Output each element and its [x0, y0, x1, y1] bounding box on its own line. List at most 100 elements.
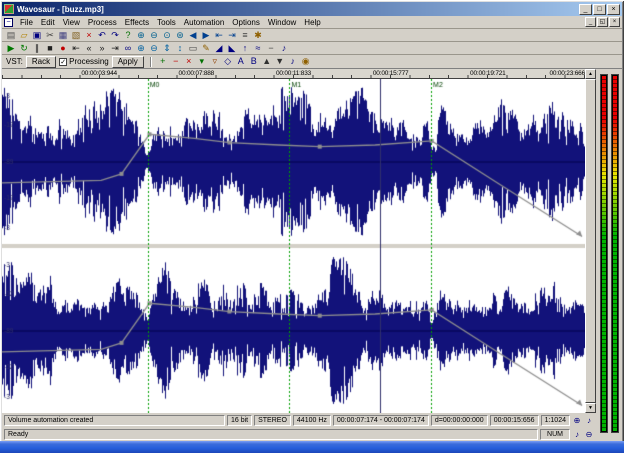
ruler-timestamp: 00:00:03:944 — [81, 70, 117, 77]
checkbox-check-icon: ✓ — [59, 57, 68, 66]
vst-label: VST: — [6, 57, 23, 66]
stop-icon[interactable]: ■ — [44, 43, 56, 54]
scroll-down-icon[interactable]: ▼ — [585, 403, 596, 413]
pen-icon[interactable]: ✎ — [200, 43, 212, 54]
mdi-minimize-button[interactable]: _ — [585, 17, 596, 27]
menu-item[interactable]: Effects — [121, 18, 153, 27]
record-icon[interactable]: ● — [57, 43, 69, 54]
play-loop-icon[interactable]: ↻ — [18, 43, 30, 54]
scroll-up-icon[interactable]: ▲ — [585, 69, 596, 79]
paste-icon[interactable]: ▧ — [70, 30, 82, 41]
vst-clear-icon[interactable]: × — [183, 56, 195, 67]
vertical-scrollbar[interactable]: ▲ ▼ — [585, 69, 596, 413]
bottom-status-bar: Ready NUM ♪ ⊖ — [2, 427, 596, 441]
title-bar[interactable]: Wavosaur - [buzz.mp3] _ □ × — [2, 2, 622, 16]
automation-icons: + − × ▾ ▿ ◇ A B ▲ ▼ ♪ ◉ — [157, 56, 312, 67]
view-back-icon[interactable]: ◀ — [187, 30, 199, 41]
mdi-restore-button[interactable]: ◱ — [597, 17, 608, 27]
marker-delete-icon[interactable]: ▿ — [209, 56, 221, 67]
forward-icon[interactable]: » — [96, 43, 108, 54]
normalize-icon[interactable]: ↑ — [239, 43, 251, 54]
loop-points-icon[interactable]: ◇ — [222, 56, 234, 67]
windows-taskbar[interactable] — [0, 441, 624, 453]
zoom-all-icon[interactable]: ⊛ — [174, 30, 186, 41]
vst-add-icon[interactable]: + — [157, 56, 169, 67]
close-button[interactable]: × — [607, 3, 620, 15]
zoom-horizontal-out-icon[interactable]: ⊖ — [148, 43, 160, 54]
open-folder-icon[interactable]: ▱ — [18, 30, 30, 41]
status-speaker-icon[interactable]: ♪ — [584, 416, 594, 425]
app-icon — [4, 4, 14, 14]
play-icon[interactable]: ▶ — [5, 43, 17, 54]
ruler-timestamp: 00:00:23:666 — [549, 70, 585, 77]
zoom-vertical-in-icon[interactable]: ⇕ — [161, 43, 173, 54]
scrollbar-thumb[interactable] — [585, 79, 596, 403]
menu-item[interactable]: Edit — [37, 18, 59, 27]
loop-icon[interactable]: ∞ — [122, 43, 134, 54]
processing-checkbox[interactable]: ✓ Processing — [59, 57, 109, 66]
waveform-display[interactable] — [2, 79, 585, 413]
tray-magnifier-icon[interactable]: ⊖ — [584, 430, 594, 439]
menu-item[interactable]: File — [16, 18, 37, 27]
lock-icon[interactable]: ◉ — [300, 56, 312, 67]
go-end-icon[interactable]: ⇥ — [226, 30, 238, 41]
pause-icon[interactable]: ∥ — [31, 43, 43, 54]
zoom-horizontal-in-icon[interactable]: ⊕ — [135, 43, 147, 54]
menu-item[interactable]: Automation — [180, 18, 228, 27]
maximize-button[interactable]: □ — [593, 3, 606, 15]
view-forward-icon[interactable]: ▶ — [200, 30, 212, 41]
cut-icon[interactable]: ✂ — [44, 30, 56, 41]
letter-b-icon[interactable]: B — [248, 56, 260, 67]
minimize-button[interactable]: _ — [579, 3, 592, 15]
processing-label: Processing — [69, 57, 109, 66]
apply-button[interactable]: Apply — [111, 55, 144, 68]
mdi-window-controls: _ ◱ × — [585, 17, 620, 27]
options-icon[interactable]: ✱ — [252, 30, 264, 41]
time-ruler[interactable]: 00:00:03:944 00:00:07:888 00:00:11:833 00:0… — [2, 69, 585, 79]
menu-item[interactable]: Options — [228, 18, 264, 27]
select-all-icon[interactable]: ▭ — [187, 43, 199, 54]
copy-icon[interactable]: ▦ — [57, 30, 69, 41]
menu-item[interactable]: Process — [84, 18, 121, 27]
silence-icon[interactable]: − — [265, 43, 277, 54]
invert-icon[interactable]: ≈ — [252, 43, 264, 54]
new-file-icon[interactable]: ▤ — [5, 30, 17, 41]
menu-item[interactable]: View — [59, 18, 84, 27]
help-icon[interactable]: ? — [122, 30, 134, 41]
note-icon[interactable]: ♪ — [287, 56, 299, 67]
letter-a-icon[interactable]: A — [235, 56, 247, 67]
menu-item[interactable]: Help — [300, 18, 324, 27]
redo-icon[interactable]: ↷ — [109, 30, 121, 41]
ruler-timestamp: 00:00:15:777 — [372, 70, 409, 77]
vst-remove-icon[interactable]: − — [170, 56, 182, 67]
marker-insert-icon[interactable]: ▾ — [196, 56, 208, 67]
fade-in-icon[interactable]: ◢ — [213, 43, 225, 54]
move-down-icon[interactable]: ▼ — [274, 56, 286, 67]
go-start-icon[interactable]: ⇤ — [213, 30, 225, 41]
move-up-icon[interactable]: ▲ — [261, 56, 273, 67]
menu-item[interactable]: Window — [264, 18, 300, 27]
level-meter-left — [599, 74, 608, 433]
rewind-icon[interactable]: « — [83, 43, 95, 54]
num-lock-indicator: NUM — [540, 428, 570, 440]
zoom-vertical-out-icon[interactable]: ↕ — [174, 43, 186, 54]
go-begin-icon[interactable]: ⇤ — [70, 43, 82, 54]
fade-out-icon[interactable]: ◣ — [226, 43, 238, 54]
status-zoom-icon[interactable]: ⊕ — [572, 416, 582, 425]
meter-fill — [601, 76, 606, 431]
delete-icon[interactable]: × — [83, 30, 95, 41]
status-field: 16 bit — [226, 414, 253, 426]
menu-item[interactable]: Tools — [153, 18, 180, 27]
zoom-selection-icon[interactable]: ⊙ — [161, 30, 173, 41]
menu-items: File Edit View Process Effects Tools Automatio… — [16, 16, 325, 28]
zoom-in-icon[interactable]: ⊕ — [135, 30, 147, 41]
go-finish-icon[interactable]: ⇥ — [109, 43, 121, 54]
rack-button[interactable]: Rack — [25, 55, 57, 68]
zoom-out-icon[interactable]: ⊖ — [148, 30, 160, 41]
mdi-close-button[interactable]: × — [609, 17, 620, 27]
statistics-icon[interactable]: ≡ — [239, 30, 251, 41]
undo-icon[interactable]: ↶ — [96, 30, 108, 41]
save-icon[interactable]: ▣ — [31, 30, 43, 41]
speaker-icon[interactable]: ♪ — [278, 43, 290, 54]
tray-speaker-icon[interactable]: ♪ — [572, 430, 582, 439]
